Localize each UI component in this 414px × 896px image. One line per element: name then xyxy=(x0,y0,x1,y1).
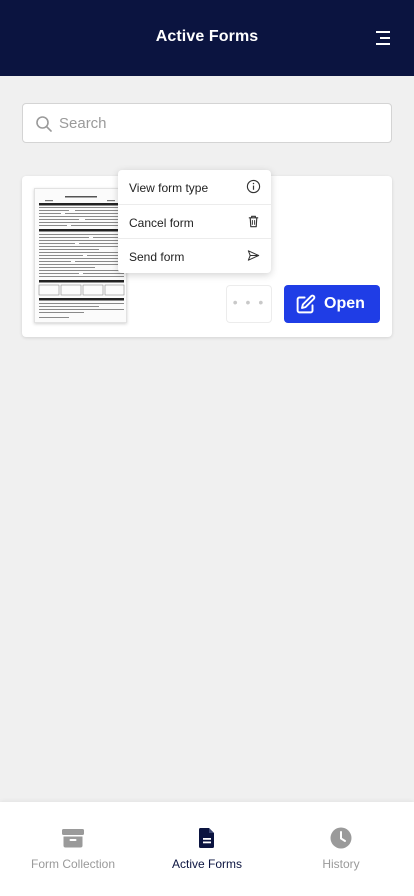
nav-item-active-forms[interactable]: Active Forms xyxy=(138,802,276,896)
trash-icon xyxy=(248,215,259,228)
menu-item-label: Send form xyxy=(129,250,185,264)
form-preview-image xyxy=(35,189,126,322)
menu-button[interactable] xyxy=(374,30,392,46)
menu-item-view-form-type[interactable]: View form type xyxy=(118,170,271,204)
info-circle-icon xyxy=(246,179,261,194)
menu-item-label: Cancel form xyxy=(129,216,194,230)
hamburger-menu-icon xyxy=(376,31,390,45)
clock-icon xyxy=(330,827,352,849)
menu-item-cancel-form[interactable]: Cancel form xyxy=(118,204,271,238)
document-icon xyxy=(198,828,214,848)
nav-item-form-collection[interactable]: Form Collection xyxy=(4,802,142,896)
nav-item-history[interactable]: History xyxy=(272,802,410,896)
search-bar xyxy=(22,103,392,143)
app-header: Active Forms xyxy=(0,0,414,76)
send-icon xyxy=(247,250,260,261)
search-input[interactable] xyxy=(59,104,379,142)
form-options-menu: View form type Cancel form Send form xyxy=(118,170,271,273)
search-icon xyxy=(36,116,52,132)
bottom-navigation: Form Collection Active Forms History xyxy=(0,802,414,896)
menu-item-send-form[interactable]: Send form xyxy=(118,238,271,272)
more-options-button[interactable]: • • • xyxy=(226,285,272,323)
menu-item-label: View form type xyxy=(129,181,209,195)
page-title: Active Forms xyxy=(155,28,259,45)
form-thumbnail[interactable] xyxy=(34,188,127,323)
nav-label: Active Forms xyxy=(171,857,242,871)
edit-icon xyxy=(296,294,316,314)
open-button-label: Open xyxy=(324,295,365,312)
more-dots-icon: • • • xyxy=(232,294,266,310)
open-form-button[interactable]: Open xyxy=(284,285,380,323)
nav-label: History xyxy=(322,857,360,871)
nav-label: Form Collection xyxy=(30,857,116,871)
archive-box-icon xyxy=(62,829,84,848)
